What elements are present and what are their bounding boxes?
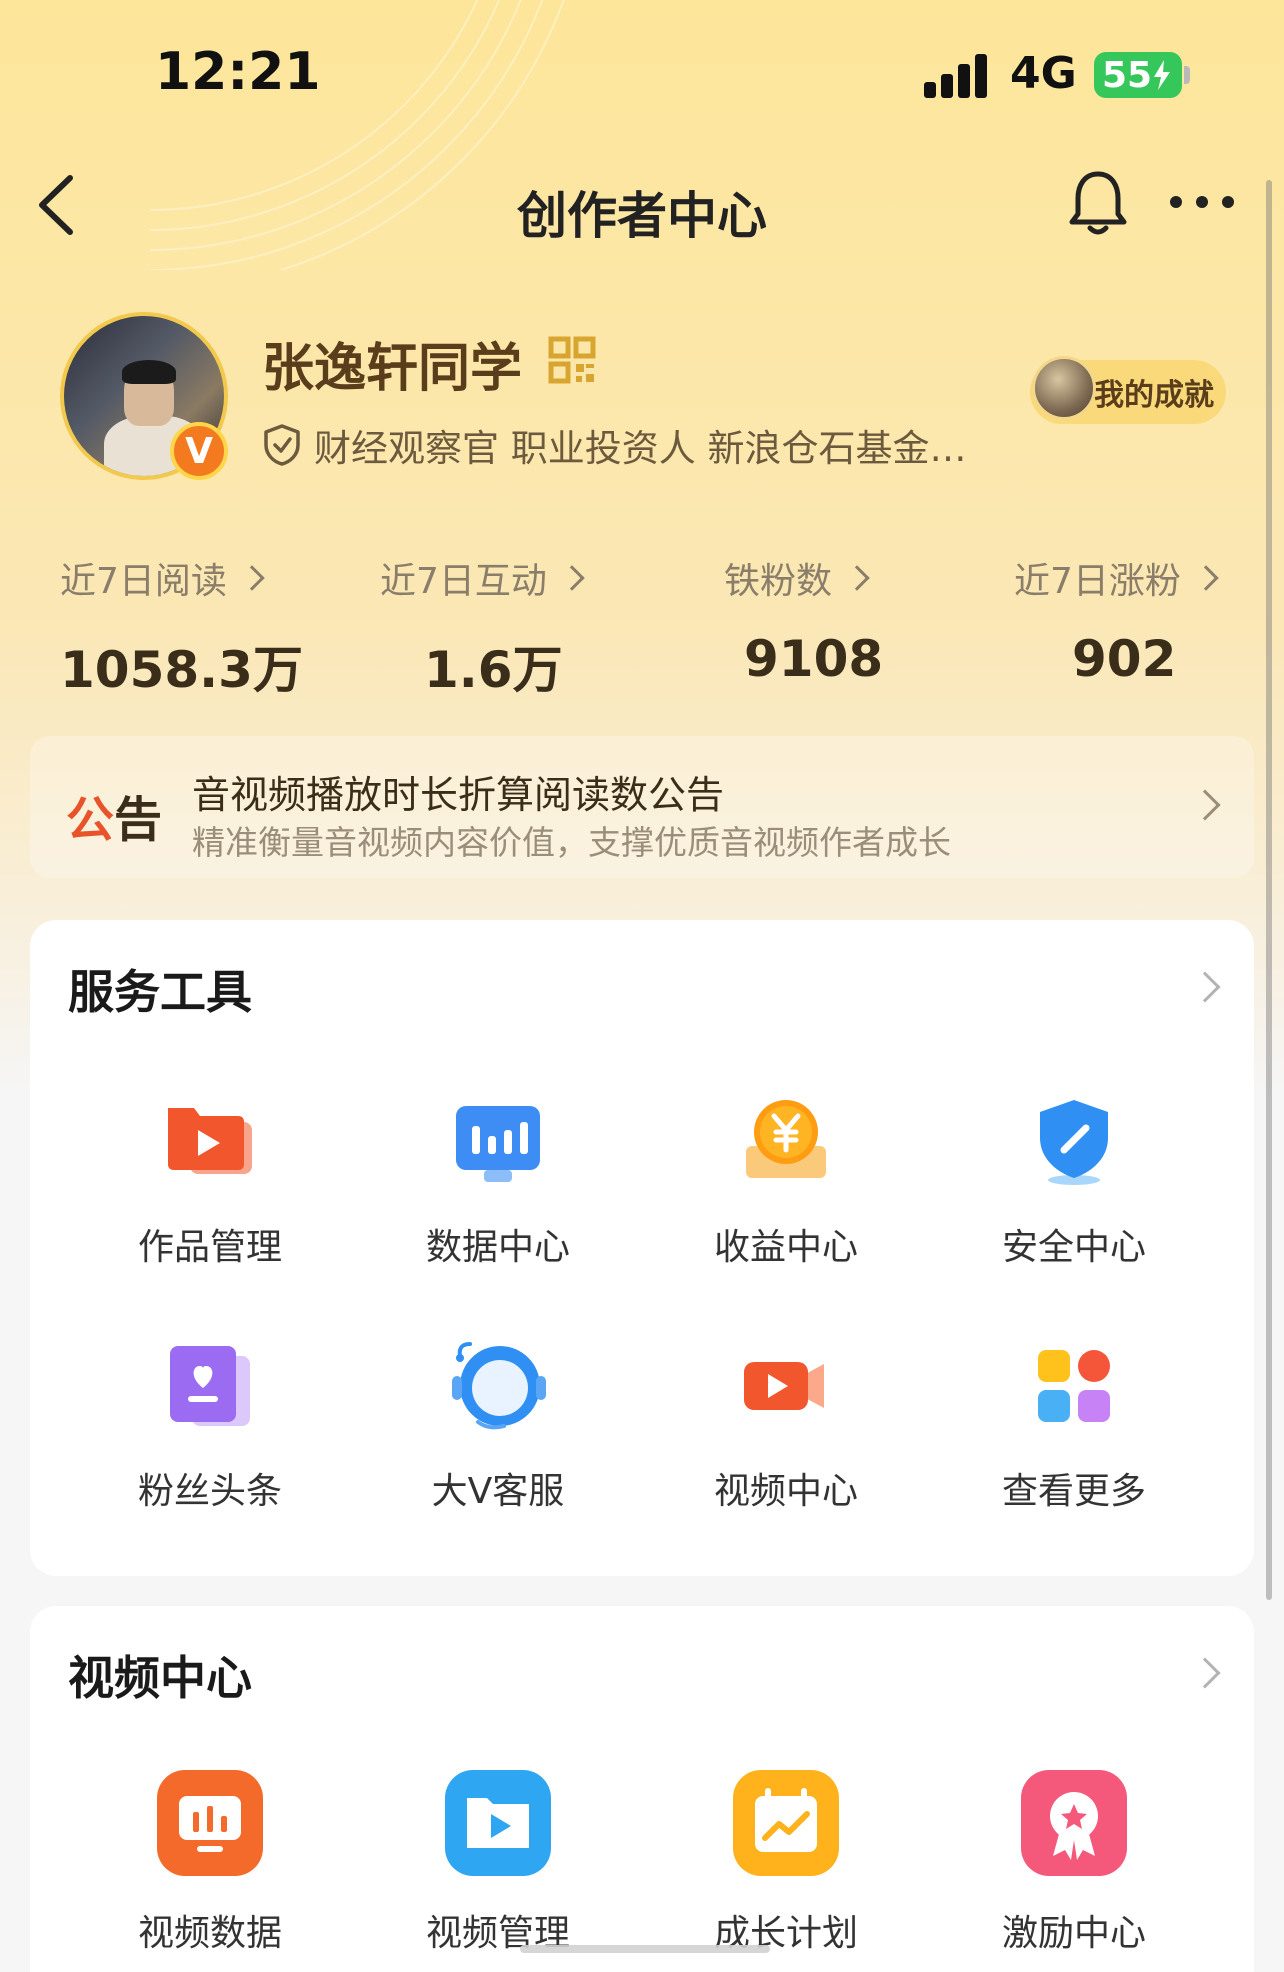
growth-plan-icon (733, 1770, 839, 1876)
tool-label: 视频数据 (137, 1913, 282, 1954)
section-title[interactable]: 服务工具 (68, 956, 252, 1022)
announcement-tag: 公告 (66, 792, 163, 848)
chevron-right-icon (1193, 565, 1219, 591)
tool-label: 数据中心 (425, 1227, 570, 1268)
bell-icon[interactable] (1066, 168, 1130, 238)
avatar[interactable]: V (60, 312, 228, 480)
works-manage-icon (168, 1108, 252, 1174)
battery-tip (1184, 66, 1190, 84)
announcement-title: 音视频播放时长折算阅读数公告 (192, 773, 725, 817)
chevron-right-icon (1189, 789, 1221, 821)
stat-value: 1058.3万 (60, 641, 303, 699)
stat-iron-fans[interactable]: 铁粉数 9108 (724, 552, 883, 688)
more-options-icon[interactable] (1170, 180, 1250, 224)
tool-video-data[interactable]: 视频数据 (66, 1768, 354, 1956)
video-manage-icon (445, 1770, 551, 1876)
achievement-button[interactable]: 我的成就 (1030, 356, 1226, 424)
chevron-right-icon (239, 565, 265, 591)
scrollbar[interactable] (1266, 180, 1272, 1600)
stat-reads[interactable]: 近7日阅读 1058.3万 (60, 552, 303, 702)
status-bar: 12:21 4G 55 (0, 0, 1284, 150)
tool-security-center[interactable]: 安全中心 (930, 1092, 1218, 1270)
verification-text: 财经观察官 职业投资人 新浪仓石基金… (314, 427, 967, 470)
stat-label: 铁粉数 (724, 561, 833, 602)
tool-label: 作品管理 (137, 1227, 282, 1268)
customer-service-icon (452, 1342, 546, 1430)
shield-check-icon (264, 424, 300, 466)
tool-fans-headline[interactable]: 粉丝头条 (66, 1336, 354, 1514)
tool-label: 激励中心 (1001, 1913, 1146, 1954)
tool-label: 查看更多 (1001, 1471, 1146, 1512)
charging-icon (1154, 60, 1171, 90)
chevron-right-icon[interactable] (1189, 1657, 1221, 1689)
stat-label: 近7日互动 (380, 561, 547, 602)
stat-label: 近7日阅读 (60, 561, 227, 602)
tool-income-center[interactable]: 收益中心 (642, 1092, 930, 1270)
tool-video-center[interactable]: 视频中心 (642, 1336, 930, 1514)
home-indicator[interactable] (520, 1945, 770, 1953)
achievement-medal-icon (1032, 356, 1096, 420)
tool-data-center[interactable]: 数据中心 (354, 1092, 642, 1270)
section-title[interactable]: 视频中心 (68, 1642, 252, 1708)
verified-badge-icon: V (170, 422, 228, 480)
stat-value: 9108 (744, 630, 884, 688)
data-center-icon (456, 1106, 540, 1182)
battery-icon: 55 (1094, 52, 1182, 98)
tool-customer-service[interactable]: 大V客服 (354, 1336, 642, 1514)
video-center-card: 视频中心 视频数据 视频管理 成长计划 激励中心 (30, 1606, 1254, 1972)
tool-label: 安全中心 (1001, 1227, 1146, 1268)
tool-growth-plan[interactable]: 成长计划 (642, 1768, 930, 1956)
announcement-subtitle: 精准衡量音视频内容价值，支撑优质音视频作者成长 (192, 823, 951, 862)
profile-name: 张逸轩同学 (262, 339, 523, 399)
stat-label: 近7日涨粉 (1014, 561, 1181, 602)
status-time: 12:21 (155, 42, 321, 102)
tool-label: 视频中心 (713, 1471, 858, 1512)
stat-interactions[interactable]: 近7日互动 1.6万 (380, 552, 585, 702)
network-type: 4G (1010, 48, 1077, 99)
stat-value: 1.6万 (424, 641, 563, 699)
tool-more[interactable]: 查看更多 (930, 1336, 1218, 1514)
security-center-icon (1040, 1100, 1108, 1185)
chevron-right-icon (559, 565, 585, 591)
stat-new-fans[interactable]: 近7日涨粉 902 (1014, 552, 1219, 688)
tool-label: 大V客服 (431, 1471, 565, 1512)
incentive-center-icon (1021, 1770, 1127, 1876)
qr-code-icon[interactable] (548, 336, 596, 384)
battery-level: 55 (1102, 54, 1153, 96)
signal-icon (924, 54, 987, 98)
tool-label: 收益中心 (713, 1227, 858, 1268)
service-tools-card: 服务工具 作品管理 数据中心 收益中心 安全中心 粉丝头条 大V客服 视频中心 … (30, 920, 1254, 1576)
video-center-icon (744, 1362, 824, 1410)
chevron-right-icon[interactable] (1189, 971, 1221, 1003)
video-data-icon (157, 1770, 263, 1876)
tool-works-manage[interactable]: 作品管理 (66, 1092, 354, 1270)
fans-headline-icon (170, 1346, 250, 1426)
income-center-icon (746, 1100, 826, 1178)
stat-value: 902 (1072, 630, 1177, 688)
more-apps-icon (1038, 1350, 1110, 1422)
tool-incentive-center[interactable]: 激励中心 (930, 1768, 1218, 1956)
verification-row[interactable]: 财经观察官 职业投资人 新浪仓石基金… (262, 418, 967, 472)
achievement-label: 我的成就 (1094, 378, 1214, 413)
tool-video-manage[interactable]: 视频管理 (354, 1768, 642, 1956)
chevron-right-icon (844, 565, 870, 591)
announcement-banner[interactable]: 公告 音视频播放时长折算阅读数公告 精准衡量音视频内容价值，支撑优质音视频作者成… (30, 736, 1254, 878)
tool-label: 粉丝头条 (137, 1471, 282, 1512)
